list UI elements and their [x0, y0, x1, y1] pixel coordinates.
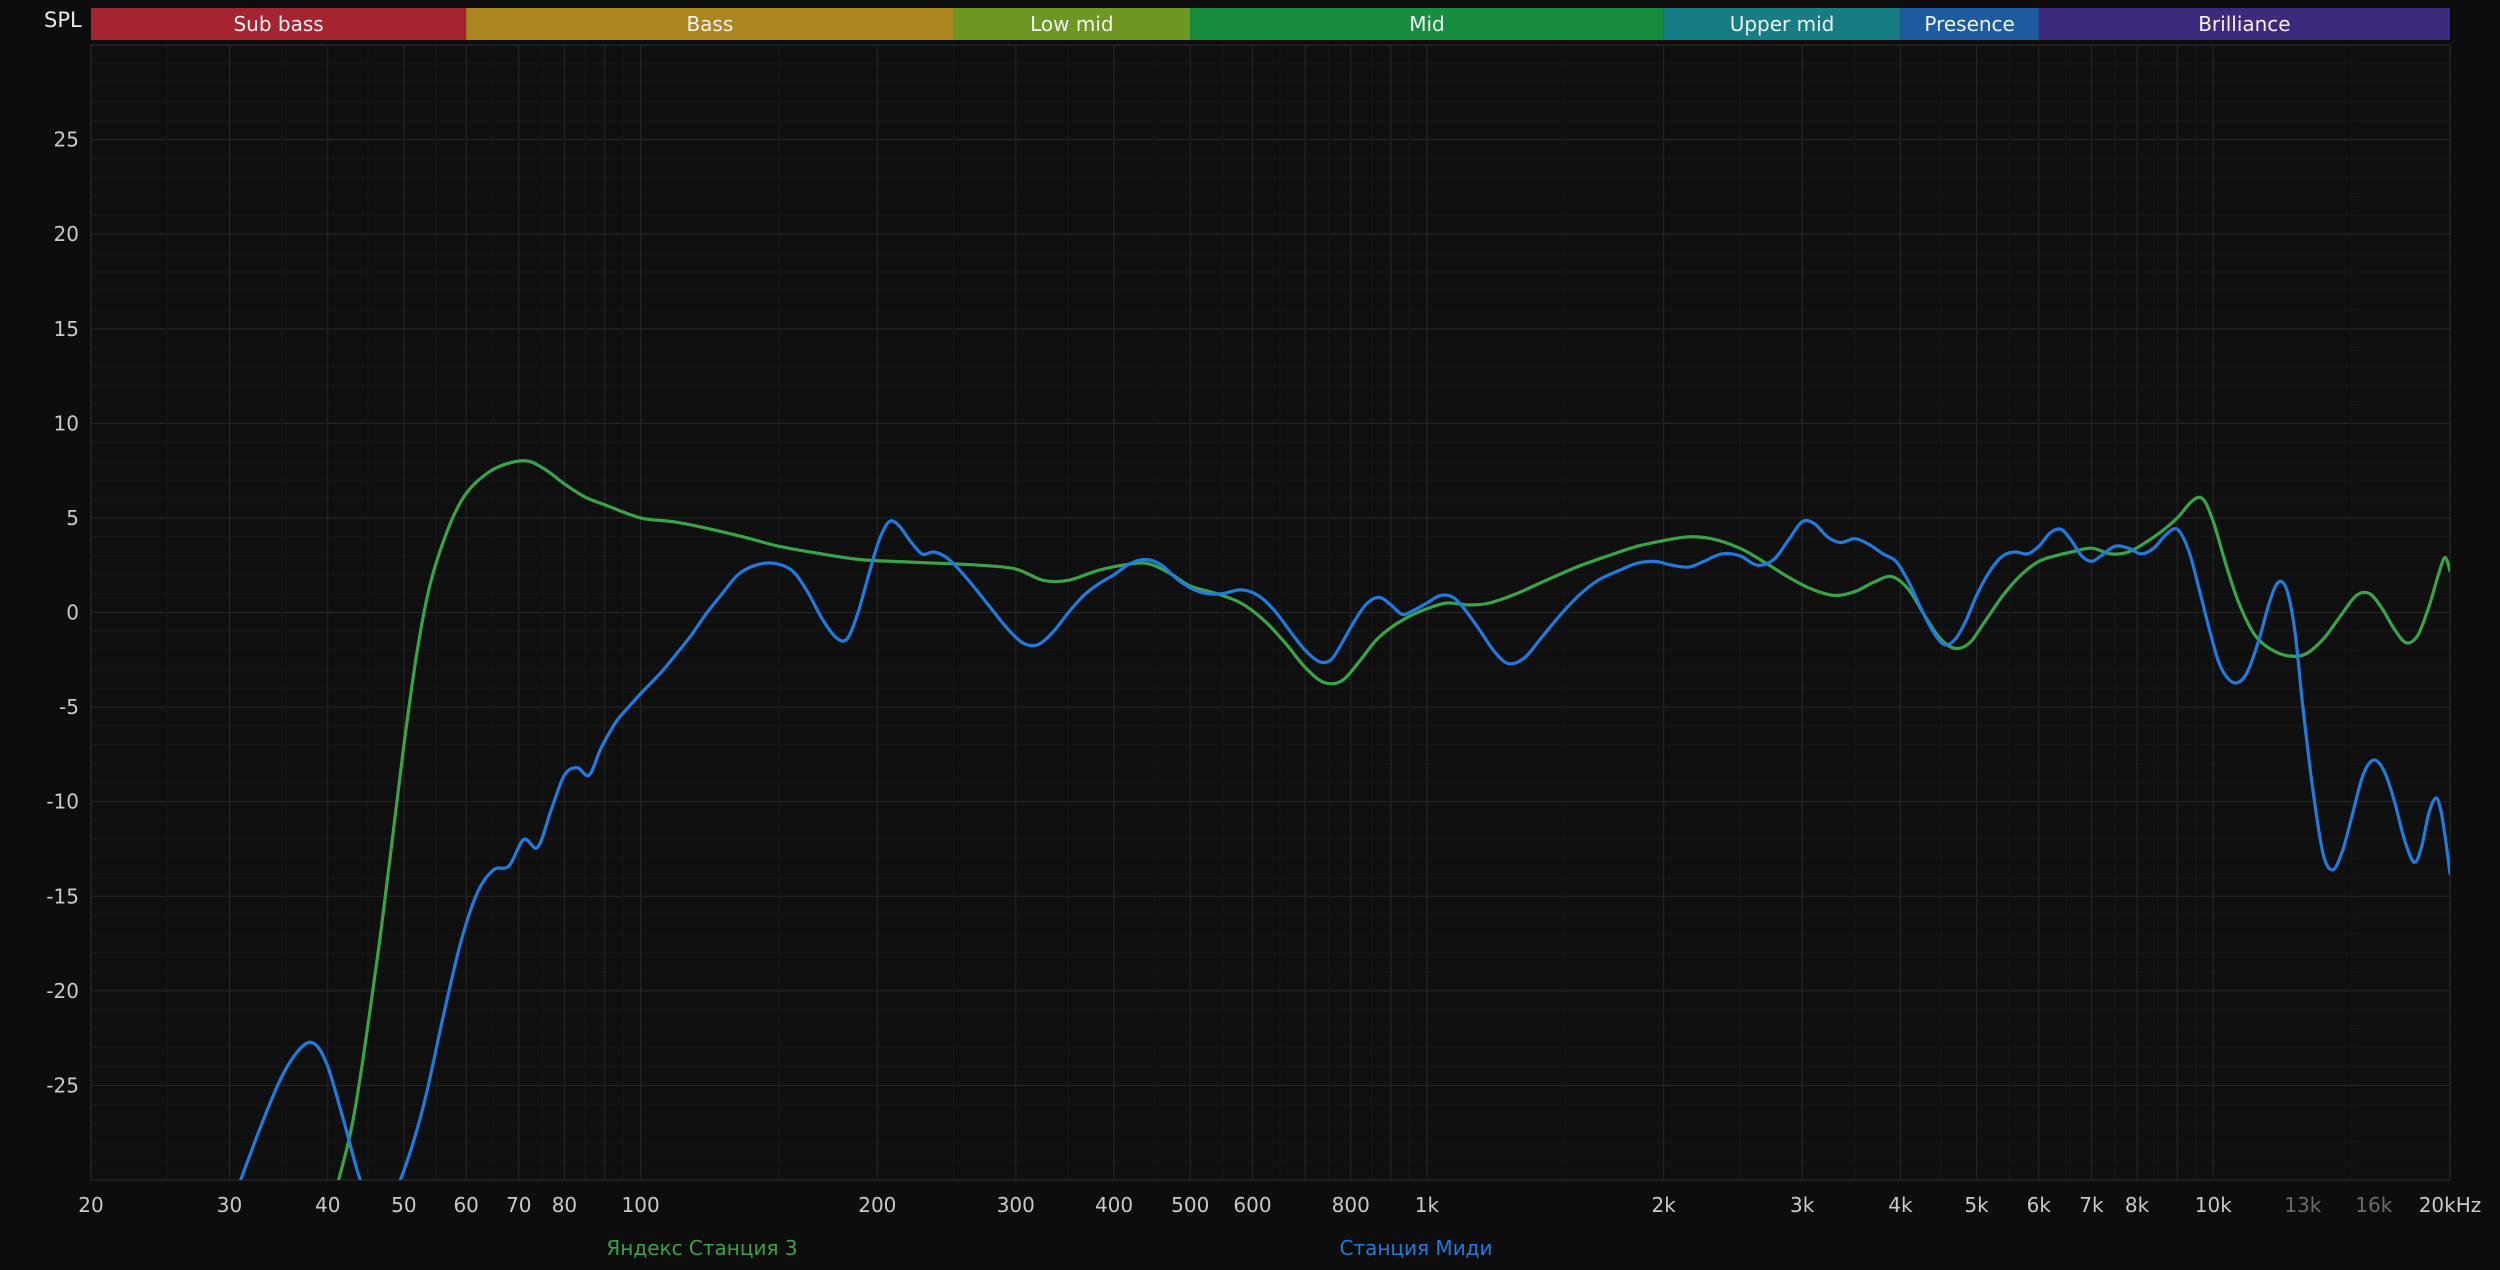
chart-canvas: Sub bass Bass Low mid Mid Upper mid Presence B…	[0, 0, 2500, 1270]
legend-item-stancia-midi: Станция Миди	[1339, 1236, 1492, 1260]
x-tick-label: 4k	[1888, 1193, 1913, 1217]
y-tick-label: -15	[46, 884, 79, 908]
x-tick-label: 20kHz	[2419, 1193, 2482, 1217]
x-tick-label: 6k	[2027, 1193, 2052, 1217]
x-tick-label: 600	[1233, 1193, 1271, 1217]
x-tick-label: 200	[858, 1193, 896, 1217]
x-tick-label: 1k	[1415, 1193, 1440, 1217]
band-label-bass: Bass	[686, 12, 733, 36]
band-label-brilliance: Brilliance	[2198, 12, 2290, 36]
band-label-upper-mid: Upper mid	[1730, 12, 1835, 36]
x-tick-label: 3k	[1790, 1193, 1815, 1217]
y-tick-label: -5	[59, 695, 79, 719]
x-tick-label: 10k	[2195, 1193, 2232, 1217]
x-tick-label: 2k	[1652, 1193, 1677, 1217]
spl-axis-title: SPL	[44, 8, 82, 32]
legend: Яндекс Станция 3 Станция Миди	[0, 1236, 2500, 1266]
x-tick-label: 80	[552, 1193, 577, 1217]
x-tick-label: 40	[315, 1193, 340, 1217]
x-tick-label: 8k	[2125, 1193, 2150, 1217]
legend-item-yandex-stancia-3: Яндекс Станция 3	[606, 1236, 797, 1260]
x-tick-label: 500	[1171, 1193, 1209, 1217]
x-tick-label: 100	[622, 1193, 660, 1217]
band-label-low-mid: Low mid	[1030, 12, 1113, 36]
x-tick-label: 13k	[2284, 1193, 2321, 1217]
x-tick-label: 800	[1332, 1193, 1370, 1217]
y-tick-label: -10	[46, 790, 79, 814]
x-tick-label: 30	[217, 1193, 242, 1217]
y-tick-label: -25	[46, 1073, 79, 1097]
x-tick-label: 400	[1095, 1193, 1133, 1217]
x-tick-label: 60	[453, 1193, 478, 1217]
x-tick-label: 50	[391, 1193, 416, 1217]
y-tick-label: 0	[66, 601, 79, 625]
x-tick-label: 300	[997, 1193, 1035, 1217]
band-label-sub-bass: Sub bass	[233, 12, 323, 36]
band-label-mid: Mid	[1409, 12, 1445, 36]
frequency-response-chart: Sub bass Bass Low mid Mid Upper mid Presence B…	[0, 0, 2500, 1270]
y-tick-label: -20	[46, 979, 79, 1003]
x-tick-label: 7k	[2079, 1193, 2104, 1217]
x-tick-label: 5k	[1964, 1193, 1989, 1217]
y-tick-label: 15	[54, 317, 79, 341]
x-tick-label: 20	[78, 1193, 103, 1217]
y-tick-label: 25	[54, 128, 79, 152]
x-tick-label: 70	[506, 1193, 531, 1217]
y-tick-label: 5	[66, 506, 79, 530]
y-tick-label: 10	[54, 411, 79, 435]
x-tick-label: 16k	[2355, 1193, 2392, 1217]
y-tick-label: 20	[54, 222, 79, 246]
band-label-presence: Presence	[1924, 12, 2015, 36]
